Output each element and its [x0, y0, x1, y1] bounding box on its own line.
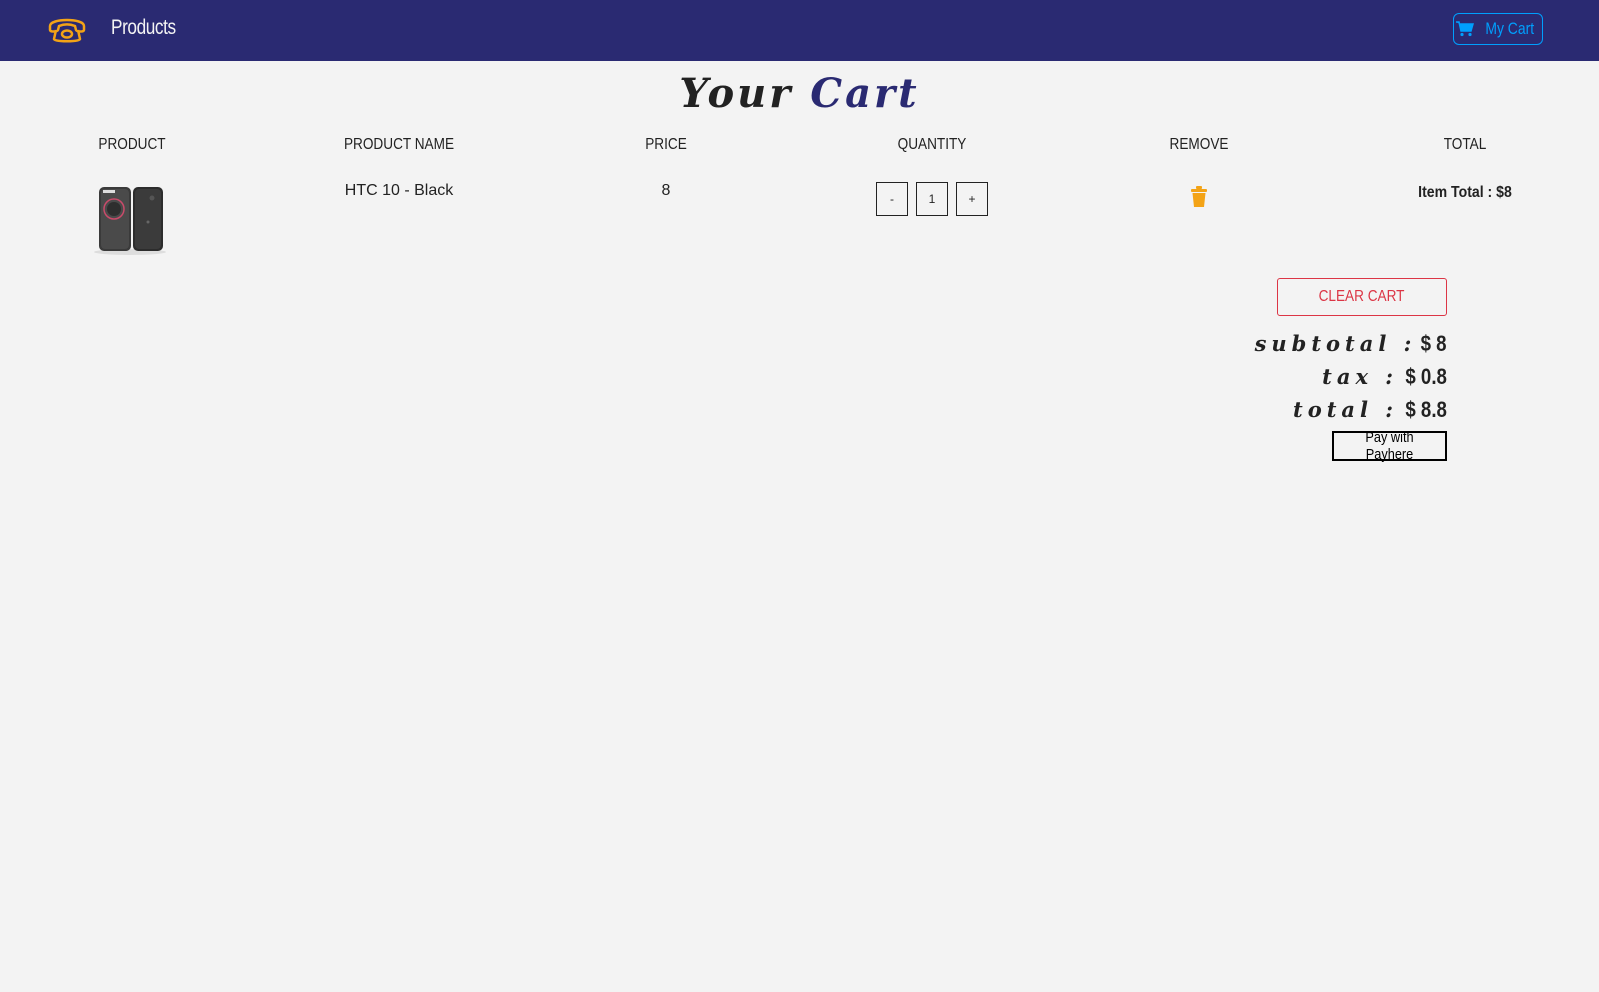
pay-button-label: Pay with Payhere	[1365, 429, 1414, 463]
cart-icon	[1456, 21, 1475, 37]
column-header-total: TOTAL	[1443, 136, 1487, 153]
product-price: 8	[661, 182, 671, 199]
tax-line: tax : $ 0.8	[1322, 364, 1447, 390]
total-line: total : $ 8.8	[1293, 397, 1447, 423]
nav-products-link[interactable]: Products	[111, 16, 176, 40]
clear-cart-label: CLEAR CART	[1319, 288, 1405, 305]
column-header-product: PRODUCT	[98, 136, 166, 153]
product-name: HTC 10 - Black	[344, 182, 454, 199]
increment-button[interactable]: +	[956, 182, 988, 216]
product-image	[94, 187, 166, 255]
column-header-product-name: PRODUCT NAME	[343, 136, 455, 153]
quantity-value: 1	[916, 182, 948, 216]
tax-value: $ 0.8	[1405, 364, 1447, 389]
subtotal-label: subtotal :	[1254, 331, 1417, 356]
page-title-word2: Cart	[810, 70, 920, 117]
column-header-remove: REMOVE	[1169, 136, 1229, 153]
tax-label: tax :	[1322, 364, 1399, 389]
column-header-quantity: QUANTITY	[897, 136, 967, 153]
total-value: $ 8.8	[1405, 397, 1447, 422]
total-label: total :	[1293, 397, 1399, 422]
column-header-price: PRICE	[645, 136, 687, 153]
subtotal-line: subtotal : $ 8	[1255, 331, 1447, 357]
subtotal-value: $ 8	[1420, 331, 1447, 356]
clear-cart-button[interactable]: CLEAR CART	[1277, 278, 1447, 316]
phone-icon[interactable]	[46, 12, 88, 46]
pay-button[interactable]: Pay with Payhere	[1332, 429, 1447, 463]
page-title: Your Cart	[0, 70, 1599, 117]
my-cart-label: My Cart	[1485, 19, 1535, 38]
decrement-button[interactable]: -	[876, 182, 908, 216]
trash-icon[interactable]	[1190, 186, 1208, 208]
item-total: Item Total : $8	[1418, 184, 1512, 201]
my-cart-button[interactable]: My Cart	[1453, 13, 1543, 45]
page-title-word1: Your	[679, 70, 794, 117]
navbar: Products My Cart	[0, 0, 1599, 61]
